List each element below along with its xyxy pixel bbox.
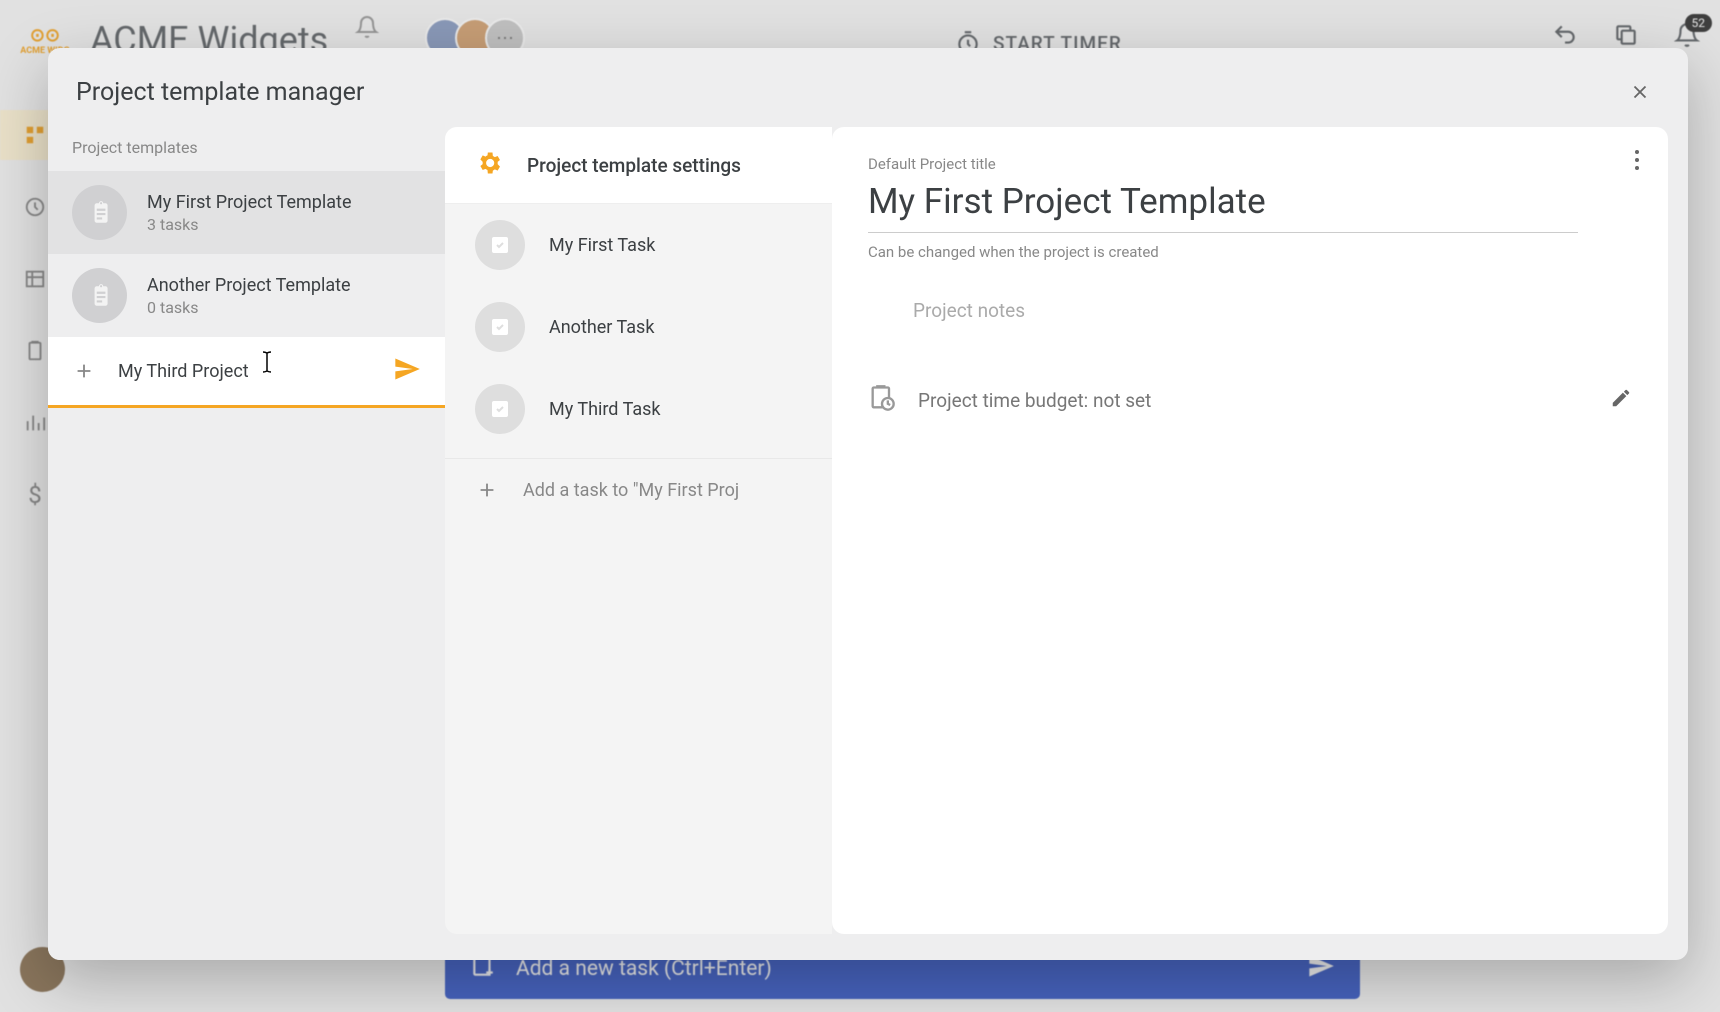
template-item-title: My First Project Template	[147, 192, 352, 213]
more-menu-button[interactable]	[1634, 149, 1640, 175]
plus-icon	[475, 479, 499, 501]
time-budget-row: Project time budget: not set	[868, 384, 1632, 416]
detail-panel: Default Project title My First Project T…	[832, 127, 1668, 934]
task-row[interactable]: My First Task	[445, 204, 832, 286]
template-settings-row[interactable]: Project template settings	[445, 127, 832, 204]
task-row[interactable]: My Third Task	[445, 368, 832, 450]
budget-clock-icon	[868, 384, 896, 416]
template-list-label: Project templates	[48, 138, 445, 171]
task-label: Another Task	[549, 317, 654, 338]
template-item-sub: 0 tasks	[147, 298, 351, 317]
title-field-label: Default Project title	[868, 155, 1632, 173]
task-label: My Third Task	[549, 399, 661, 420]
checkbox-icon[interactable]	[475, 302, 525, 352]
close-button[interactable]	[1620, 72, 1660, 112]
new-template-row	[48, 337, 445, 408]
checkbox-icon[interactable]	[475, 220, 525, 270]
title-hint: Can be changed when the project is creat…	[868, 243, 1632, 261]
template-item[interactable]: Another Project Template 0 tasks	[48, 254, 445, 337]
project-notes-input[interactable]: Project notes	[868, 299, 1632, 322]
template-item[interactable]: My First Project Template 3 tasks	[48, 171, 445, 254]
template-list: Project templates My First Project Templ…	[48, 124, 445, 960]
add-task-button[interactable]: Add a task to "My First Proj	[445, 458, 832, 521]
budget-text: Project time budget: not set	[918, 389, 1151, 412]
checkbox-icon[interactable]	[475, 384, 525, 434]
plus-icon	[72, 360, 96, 382]
modal-title: Project template manager	[76, 78, 364, 107]
template-item-title: Another Project Template	[147, 275, 351, 296]
project-title-input[interactable]: My First Project Template	[868, 177, 1578, 233]
submit-template-button[interactable]	[393, 355, 421, 387]
gear-icon	[475, 149, 503, 181]
task-row[interactable]: Another Task	[445, 286, 832, 368]
template-manager-modal: Project template manager Project templat…	[48, 48, 1688, 960]
task-column: Project template settings My First Task …	[445, 127, 832, 934]
add-task-label: Add a task to "My First Proj	[523, 480, 739, 501]
task-label: My First Task	[549, 235, 655, 256]
clipboard-icon	[72, 268, 127, 323]
clipboard-icon	[72, 185, 127, 240]
template-item-sub: 3 tasks	[147, 215, 352, 234]
settings-label: Project template settings	[527, 154, 741, 177]
new-template-input[interactable]	[118, 361, 371, 382]
edit-budget-button[interactable]	[1610, 387, 1632, 413]
